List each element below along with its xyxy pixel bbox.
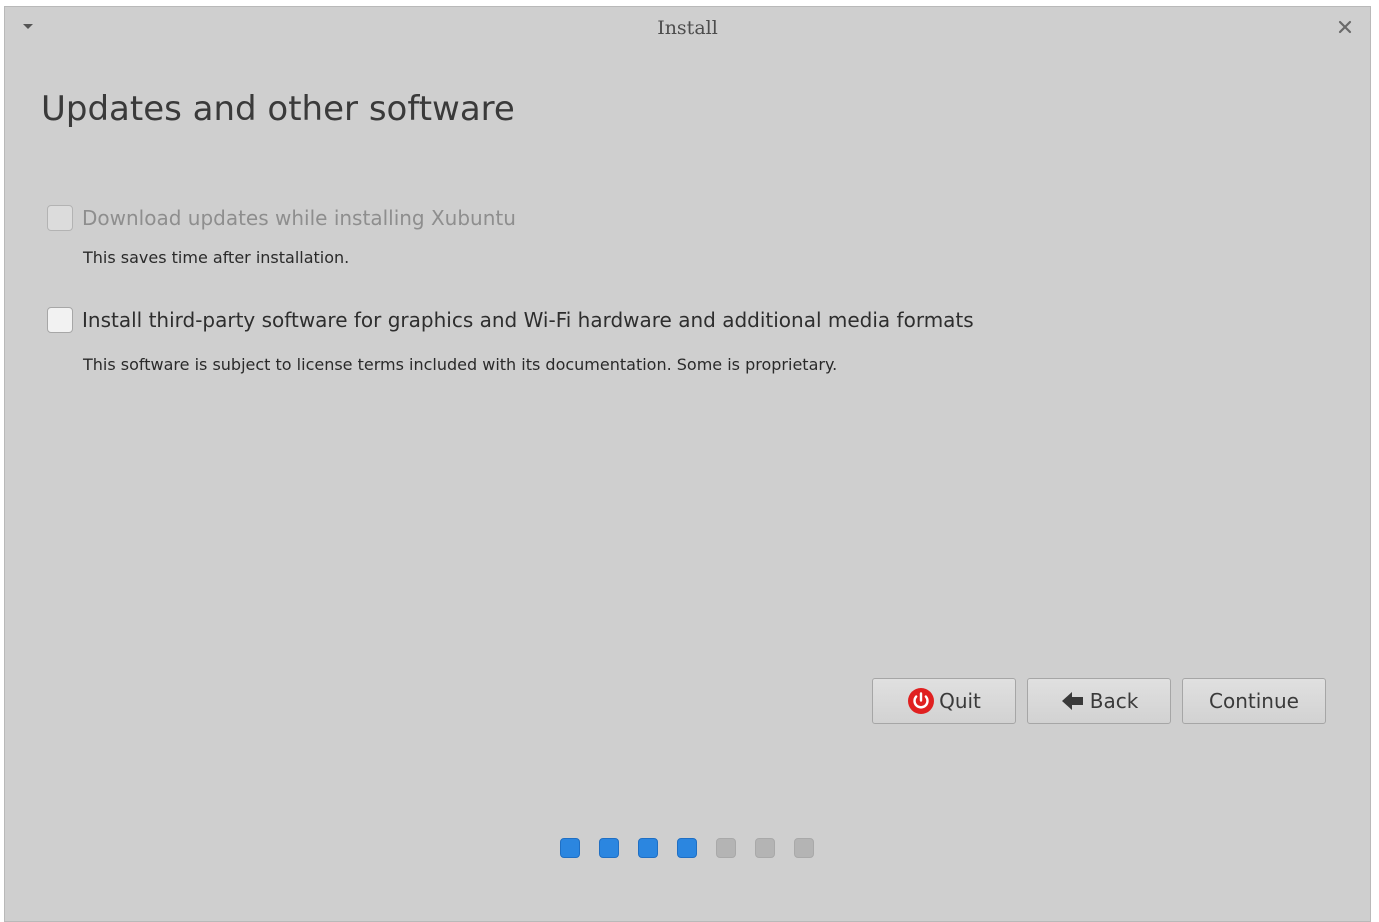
step-progress-indicator bbox=[560, 838, 814, 858]
back-button-label: Back bbox=[1089, 689, 1139, 713]
third-party-label[interactable]: Install third-party software for graphic… bbox=[82, 307, 974, 333]
page-title: Updates and other software bbox=[41, 89, 515, 129]
step-dot-complete bbox=[638, 838, 658, 858]
step-dot-pending bbox=[794, 838, 814, 858]
quit-button[interactable]: Quit bbox=[872, 678, 1016, 724]
step-dot-pending bbox=[755, 838, 775, 858]
back-button[interactable]: Back bbox=[1027, 678, 1171, 724]
continue-button-label: Continue bbox=[1209, 689, 1299, 713]
download-updates-description: This saves time after installation. bbox=[83, 248, 350, 267]
arrow-left-icon bbox=[1060, 689, 1086, 713]
quit-button-label: Quit bbox=[939, 689, 981, 713]
close-icon[interactable] bbox=[1334, 16, 1356, 38]
step-dot-complete bbox=[560, 838, 580, 858]
download-updates-checkbox[interactable] bbox=[47, 205, 73, 231]
window-title: Install bbox=[657, 17, 718, 39]
third-party-description: This software is subject to license term… bbox=[83, 355, 838, 374]
power-icon bbox=[907, 687, 935, 715]
third-party-checkbox[interactable] bbox=[47, 307, 73, 333]
title-bar: Install bbox=[5, 7, 1370, 51]
continue-button[interactable]: Continue bbox=[1182, 678, 1326, 724]
installer-window: Install Updates and other software Downl… bbox=[4, 6, 1371, 922]
step-dot-complete bbox=[599, 838, 619, 858]
download-updates-label: Download updates while installing Xubunt… bbox=[82, 206, 516, 230]
step-dot-complete bbox=[677, 838, 697, 858]
step-dot-pending bbox=[716, 838, 736, 858]
